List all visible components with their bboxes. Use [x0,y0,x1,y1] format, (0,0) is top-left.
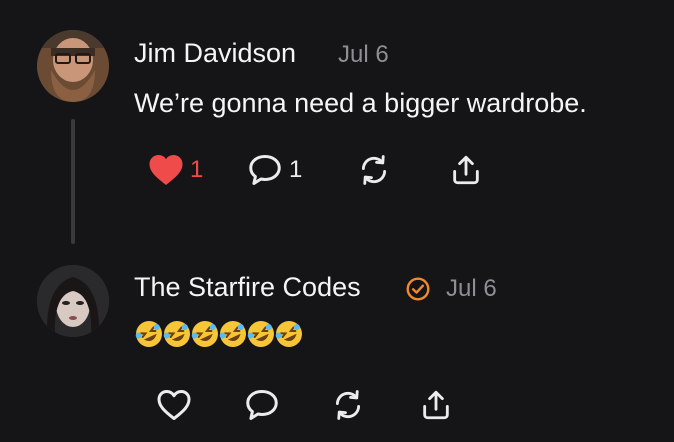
avatar-jim-davidson[interactable] [37,30,109,102]
share-icon [453,155,479,185]
heart-icon [157,390,191,420]
repost-icon [361,155,387,185]
like-button[interactable] [156,388,192,422]
reply-button[interactable] [244,388,280,422]
rofl-emoji [135,321,162,347]
post-date[interactable]: Jul 6 [338,41,389,69]
repost-button[interactable] [330,388,366,422]
like-button[interactable]: 1 [148,153,203,187]
share-button[interactable] [448,153,484,187]
verified-badge-icon [406,277,430,301]
repost-icon [335,390,361,420]
heart-icon [149,155,183,185]
post-date[interactable]: Jul 6 [446,275,497,303]
repost-button[interactable] [356,153,392,187]
reply-button[interactable]: 1 [247,153,302,187]
post-starfire-codes: The Starfire Codes Jul 6 🤣🤣🤣🤣🤣🤣 [0,250,674,442]
share-icon [423,390,449,420]
comment-icon [246,390,278,420]
post-text: We’re gonna need a bigger wardrobe. [134,88,587,118]
rofl-emoji [191,321,218,347]
post-jim-davidson: Jim Davidson Jul 6 We’re gonna need a bi… [0,0,674,250]
comment-icon [249,155,281,185]
avatar-starfire-codes[interactable] [37,265,109,337]
rofl-emoji [219,321,246,347]
share-button[interactable] [418,388,454,422]
emoji-row [134,319,302,349]
author-name[interactable]: Jim Davidson [134,38,296,69]
reply-count: 1 [289,156,303,183]
rofl-emoji [275,321,302,347]
like-count: 1 [190,156,204,183]
rofl-emoji [247,321,274,347]
thread-line [71,119,75,244]
rofl-emoji [163,321,190,347]
author-name[interactable]: The Starfire Codes [134,272,361,303]
